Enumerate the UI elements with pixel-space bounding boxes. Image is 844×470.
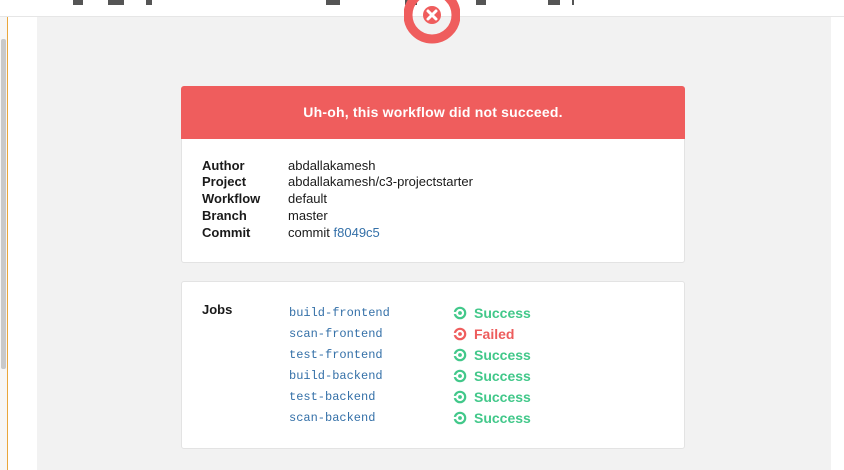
job-name-link[interactable]: scan-backend	[289, 410, 375, 426]
job-name-link[interactable]: test-backend	[289, 389, 375, 405]
toolbar-icon[interactable]	[146, 0, 152, 5]
commit-value: commit f8049c5	[288, 225, 380, 241]
workflow-details-card: Author abdallakamesh Project abdallakame…	[181, 139, 685, 263]
scrollbar[interactable]	[1, 39, 6, 369]
jobs-card: Jobs build-frontend Success scan-frontend F…	[181, 281, 685, 449]
window-left-edge	[0, 17, 8, 470]
detail-label: Author	[202, 158, 245, 173]
failed-circle-icon	[453, 327, 467, 341]
detail-label: Workflow	[202, 191, 261, 206]
job-name-link[interactable]: build-backend	[289, 368, 383, 384]
job-status-label: Failed	[474, 326, 515, 342]
job-row: build-frontend Success	[289, 305, 669, 321]
check-circle-icon	[453, 411, 467, 425]
toolbar-icon[interactable]	[548, 0, 560, 5]
job-status-label: Success	[474, 389, 531, 405]
project-link[interactable]: abdallakamesh/c3-projectstarter	[288, 174, 473, 190]
job-status[interactable]: Success	[453, 410, 531, 426]
toolbar-icon[interactable]	[108, 0, 124, 5]
toolbar-icon[interactable]	[73, 0, 83, 5]
toolbar-icon[interactable]	[572, 0, 574, 5]
check-circle-icon	[453, 390, 467, 404]
circleci-logo-icon	[404, 0, 460, 45]
job-status[interactable]: Failed	[453, 326, 514, 342]
job-row: test-frontend Success	[289, 347, 669, 363]
check-circle-icon	[453, 306, 467, 320]
job-status[interactable]: Success	[453, 347, 531, 363]
job-row: test-backend Success	[289, 389, 669, 405]
job-status[interactable]: Success	[453, 305, 531, 321]
job-status-label: Success	[474, 305, 531, 321]
job-row: scan-backend Success	[289, 410, 669, 426]
job-status[interactable]: Success	[453, 368, 531, 384]
failure-banner: Uh-oh, this workflow did not succeed.	[181, 86, 685, 139]
job-status-label: Success	[474, 410, 531, 426]
detail-label: Branch	[202, 208, 247, 223]
detail-label: Project	[202, 174, 247, 189]
check-circle-icon	[453, 348, 467, 362]
author-link[interactable]: abdallakamesh	[288, 158, 375, 174]
branch-link[interactable]: master	[288, 208, 328, 224]
job-name-link[interactable]: build-frontend	[289, 305, 390, 321]
job-row: build-backend Success	[289, 368, 669, 384]
jobs-label: Jobs	[202, 302, 233, 317]
detail-label: Commit	[202, 225, 251, 240]
job-status-label: Success	[474, 368, 531, 384]
job-row: scan-frontend Failed	[289, 326, 669, 342]
job-status-label: Success	[474, 347, 531, 363]
job-name-link[interactable]: scan-frontend	[289, 326, 383, 342]
check-circle-icon	[453, 369, 467, 383]
commit-prefix: commit	[288, 225, 330, 240]
job-name-link[interactable]: test-frontend	[289, 347, 383, 363]
commit-hash-link[interactable]: f8049c5	[334, 225, 380, 240]
job-status[interactable]: Success	[453, 389, 531, 405]
toolbar-icon[interactable]	[476, 0, 486, 5]
toolbar-icon[interactable]	[326, 0, 340, 5]
workflow-link[interactable]: default	[288, 191, 327, 207]
